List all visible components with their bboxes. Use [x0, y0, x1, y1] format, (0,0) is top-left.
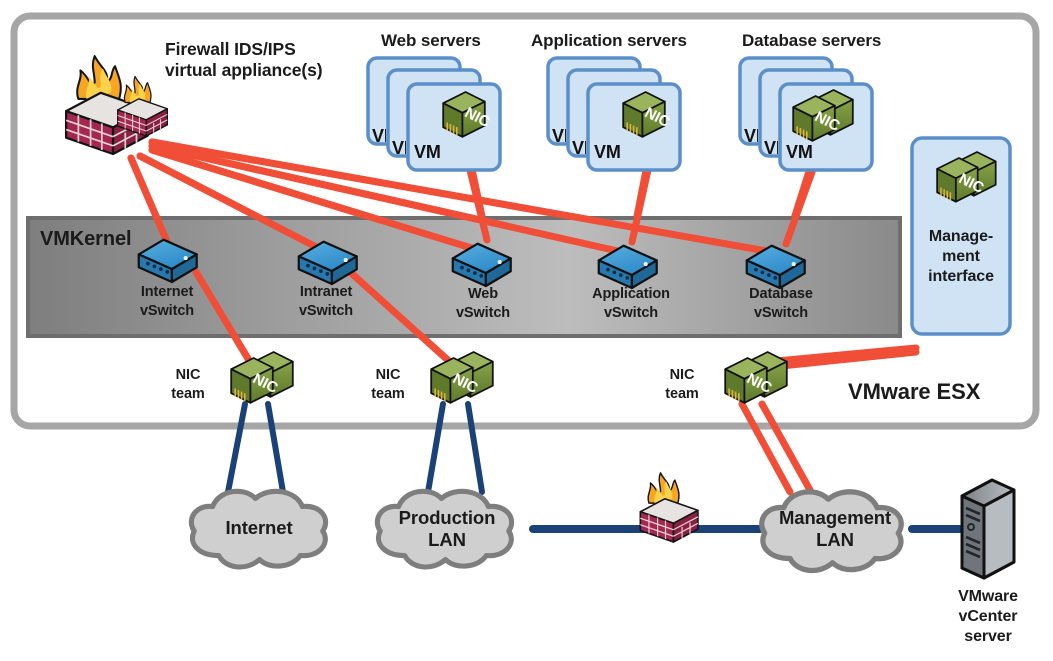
nic-team-label-3-line2: team — [665, 386, 699, 402]
nic-team-label-2-line1: NIC — [375, 367, 401, 383]
vswitch-label-intranet-line2: vSwitch — [298, 303, 354, 319]
vm-label-web-3: VM — [372, 126, 386, 146]
cloud-label-management-line1: Management — [778, 507, 892, 528]
nic-team-label-1-line2: team — [171, 386, 205, 402]
firewall-appliance-label-line1: Firewall IDS/IPS — [165, 39, 296, 59]
management-interface-line1: Manage- — [928, 228, 994, 245]
vcenter-label-line1: VMware — [958, 588, 1018, 605]
vm-label-web-1: VM — [414, 142, 441, 162]
vm-label-web-2: VM — [392, 138, 406, 158]
group-title-web-servers: Web servers — [381, 31, 481, 50]
diagram-canvas: Firewall IDS/IPS virtual appliance(s) We… — [0, 0, 1053, 661]
vswitch-label-application-line1: Application — [592, 286, 670, 302]
vswitch-label-internet-line2: vSwitch — [139, 303, 195, 319]
cloud-label-production-line1: Production — [398, 507, 496, 528]
vcenter-server-icon — [960, 478, 1016, 580]
vm-label-application-2: VM — [572, 138, 586, 158]
vcenter-label-line3: server — [964, 628, 1012, 645]
management-interface-line2: ment — [942, 248, 980, 265]
group-title-application-servers: Application servers — [531, 31, 687, 50]
vswitch-label-web-line2: vSwitch — [455, 305, 511, 321]
esx-label: VMware ESX — [848, 379, 981, 404]
nic-team-label-2-line2: team — [371, 386, 405, 402]
management-interface-line3: interface — [928, 268, 994, 285]
vswitch-label-database-line2: vSwitch — [753, 305, 809, 321]
vm-label-application-3: VM — [552, 126, 566, 146]
vm-label-database-2: VM — [764, 138, 778, 158]
firewall-appliance-label-line2: virtual appliance(s) — [165, 60, 323, 80]
physical-firewall-icon — [639, 472, 699, 543]
nic-team-label-1-line1: NIC — [175, 367, 201, 383]
vswitch-label-internet-line1: Internet — [140, 284, 194, 300]
vm-label-database-3: VM — [744, 126, 758, 146]
diagram-graphics — [10, 12, 1040, 580]
cloud-label-internet-line1: Internet — [225, 517, 293, 538]
group-title-database-servers: Database servers — [742, 31, 882, 50]
vswitch-label-database-line1: Database — [749, 286, 813, 302]
cloud-label-production-line2: LAN — [428, 529, 466, 550]
vswitch-label-intranet-line1: Intranet — [299, 284, 353, 300]
vcenter-label-line2: vCenter — [958, 608, 1018, 625]
vm-label-database-1: VM — [786, 142, 813, 162]
nic-team-label-3-line1: NIC — [669, 367, 695, 383]
vswitch-label-web-line1: Web — [467, 286, 499, 302]
vmkernel-label: VMKernel — [40, 228, 132, 250]
vm-label-application-1: VM — [594, 142, 621, 162]
vswitch-label-application-line2: vSwitch — [603, 305, 659, 321]
cloud-label-management-line2: LAN — [816, 529, 854, 550]
